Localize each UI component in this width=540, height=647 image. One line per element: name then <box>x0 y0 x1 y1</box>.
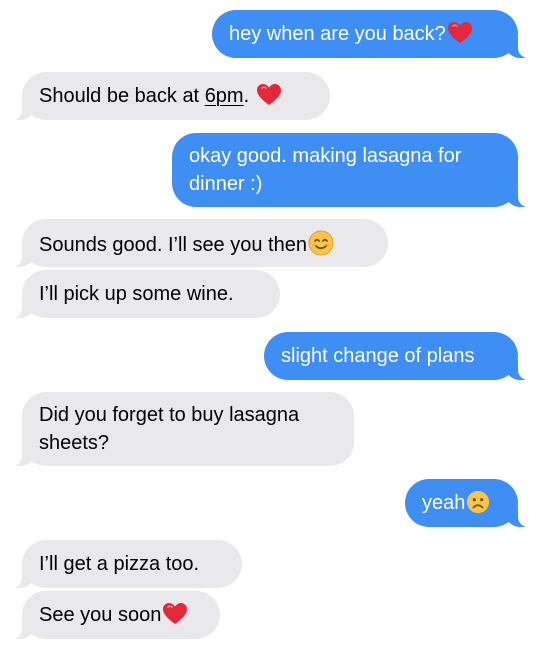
message-text: slight change of plans <box>281 345 475 367</box>
message-text: I’ll get a pizza too. <box>39 553 200 575</box>
message-text: Sounds good. I’ll see you then <box>39 234 307 256</box>
frowning-face-icon <box>466 490 490 522</box>
outgoing-message-bubble[interactable]: slight change of plans <box>264 332 528 380</box>
incoming-message-bubble[interactable]: See you soon <box>12 591 220 639</box>
red-heart-icon <box>162 602 188 634</box>
message-text: Did you forget to buy lasagna sheets? <box>39 404 300 454</box>
time-link[interactable]: 6pm <box>205 85 244 107</box>
incoming-message-bubble[interactable]: I’ll get a pizza too. <box>12 540 242 588</box>
outgoing-message-bubble[interactable]: hey when are you back? <box>212 10 528 58</box>
outgoing-message-bubble[interactable]: okay good. making lasagna for dinner :) <box>172 133 528 207</box>
message-text: . <box>243 85 250 107</box>
incoming-message-bubble[interactable]: Did you forget to buy lasagna sheets? <box>12 392 354 466</box>
message-thread: hey when are you back? Should be back at… <box>0 0 540 647</box>
message-text: okay good. making lasagna for dinner :) <box>189 145 462 195</box>
red-heart-icon <box>447 21 473 53</box>
message-text: yeah <box>422 492 466 514</box>
red-heart-icon <box>256 83 282 115</box>
message-text: I’ll pick up some wine. <box>39 283 234 305</box>
message-text: hey when are you back? <box>229 23 446 45</box>
smiling-face-icon <box>308 230 334 264</box>
message-text: See you soon <box>39 604 162 626</box>
outgoing-message-bubble[interactable]: yeah <box>405 479 528 527</box>
message-text: Should be back at <box>39 85 205 107</box>
incoming-message-bubble[interactable]: I’ll pick up some wine. <box>12 270 280 318</box>
incoming-message-bubble[interactable]: Sounds good. I’ll see you then <box>12 219 388 267</box>
incoming-message-bubble[interactable]: Should be back at 6pm. <box>12 72 330 120</box>
